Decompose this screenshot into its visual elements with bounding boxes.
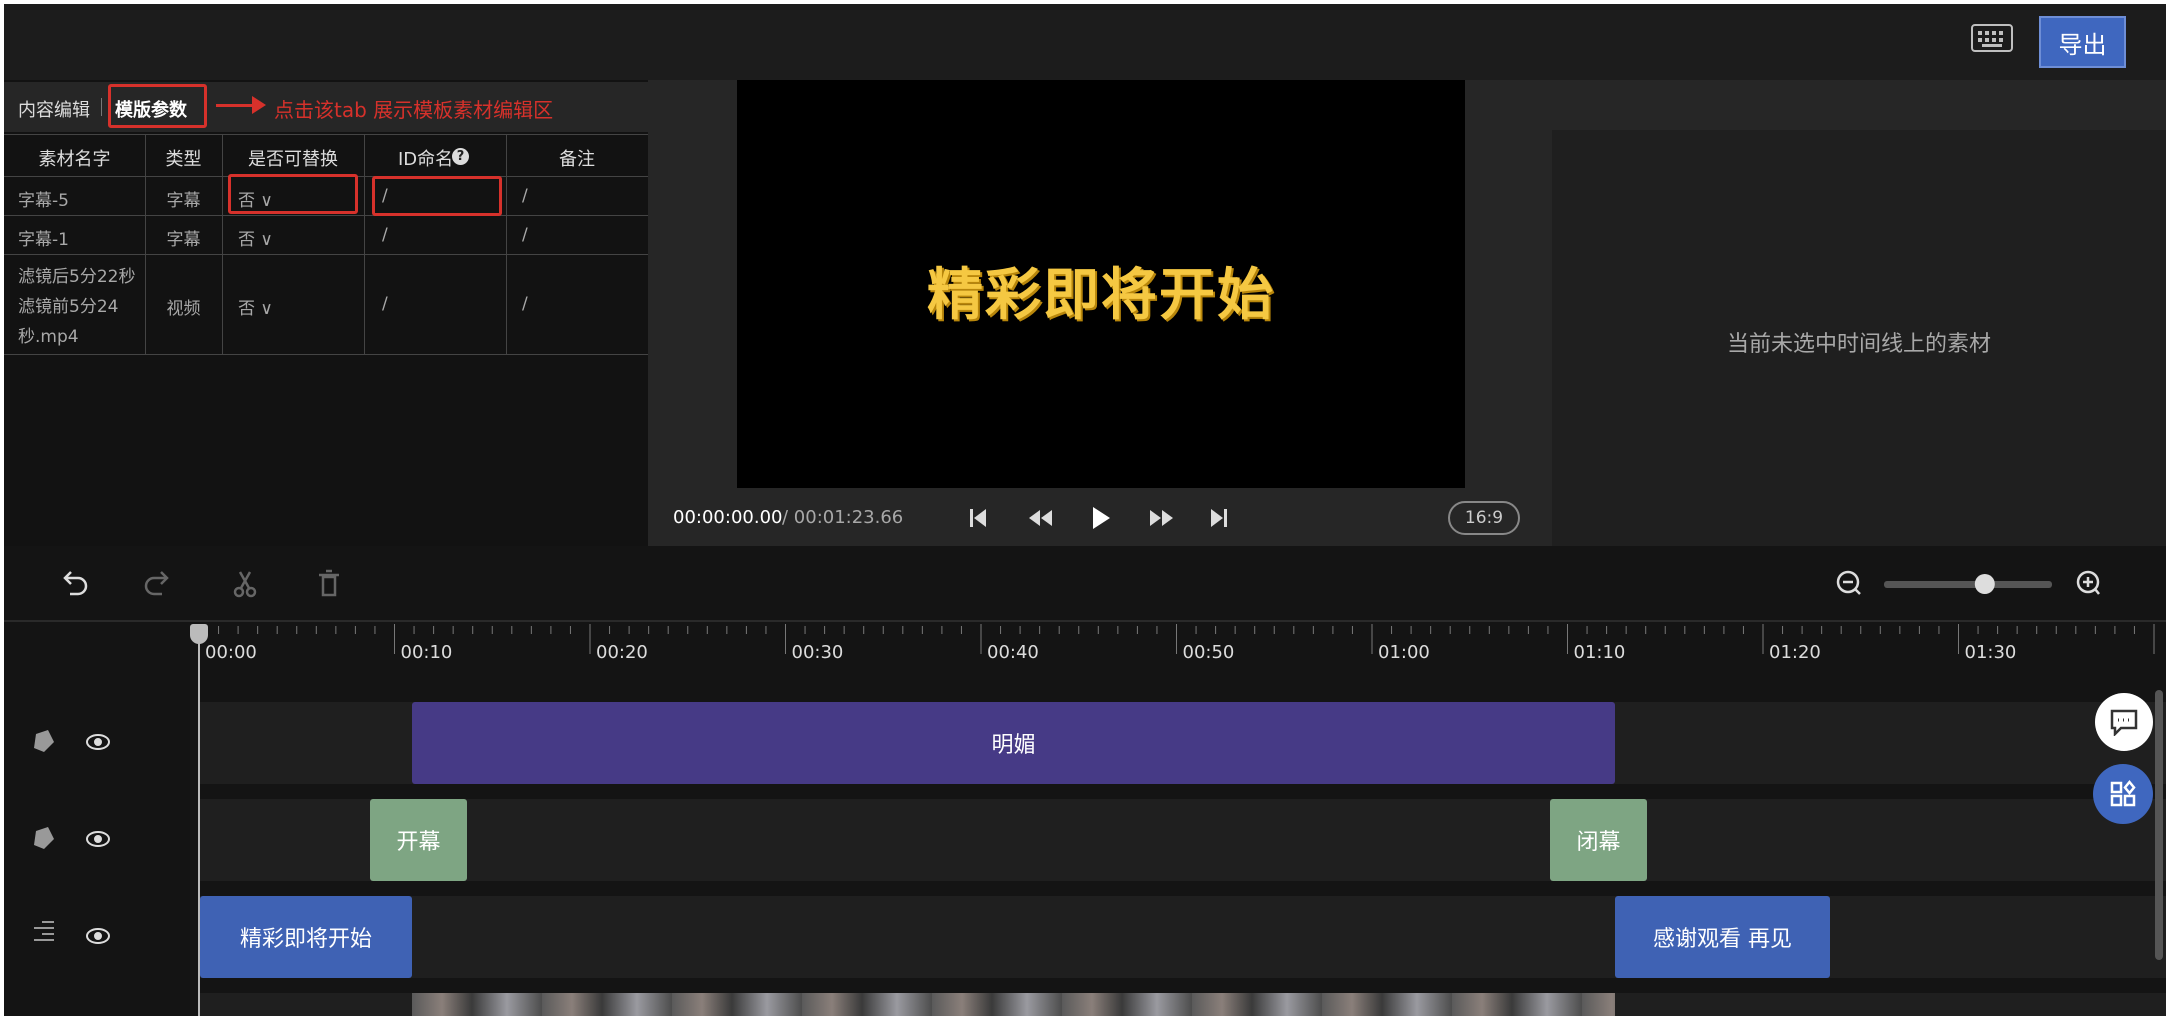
- ruler-tick-label: 00:40: [987, 642, 1039, 663]
- annotation-arrow-head: [252, 96, 266, 114]
- eye-icon[interactable]: [86, 734, 110, 750]
- skip-end-icon[interactable]: [1211, 509, 1227, 527]
- help-icon[interactable]: ?: [452, 148, 469, 165]
- cut-icon[interactable]: [233, 571, 257, 598]
- top-bar: [4, 4, 2166, 80]
- zoom-out-icon[interactable]: [1836, 570, 1861, 595]
- fast-forward-icon[interactable]: [1150, 510, 1173, 526]
- annotation-text: 点击该tab 展示模板素材编辑区: [274, 98, 554, 122]
- properties-header: [1552, 80, 2166, 130]
- col-header-note: 备注: [559, 149, 595, 170]
- aspect-ratio-button[interactable]: 16:9: [1448, 501, 1520, 535]
- ruler-tick-label: 01:00: [1378, 642, 1430, 663]
- cell-name: 字幕-5: [18, 191, 69, 211]
- time-ruler[interactable]: 00:00 00:10 00:20 00:30 00:40 00:50 01:00 01:10…: [196, 620, 2166, 670]
- video-caption: 精彩即将开始: [927, 263, 1275, 328]
- annotation-arrow-shaft: [216, 104, 254, 107]
- ruler-tick-label: 00:30: [792, 642, 844, 663]
- highlight-box-tab: [108, 84, 207, 128]
- editor-app: 导出 内容编辑 模版参数 点击该tab 展示模板素材编辑区 素材名字 类型 是否…: [0, 0, 2166, 1016]
- clip-text-outro[interactable]: 感谢观看 再见: [1615, 896, 1830, 978]
- text-track-icon: [34, 921, 54, 941]
- clip-closing[interactable]: 闭幕: [1550, 799, 1647, 881]
- track-controls: [34, 730, 110, 944]
- col-header-type: 类型: [165, 149, 202, 170]
- playhead-line[interactable]: [198, 626, 200, 1016]
- eye-icon[interactable]: [86, 928, 110, 944]
- chat-icon[interactable]: [2095, 693, 2153, 751]
- col-header-id: ID命名: [398, 149, 454, 170]
- col-header-replaceable: 是否可替换: [248, 149, 338, 170]
- ruler-tick-label: 00:20: [596, 642, 648, 663]
- tab-content-edit[interactable]: 内容编辑: [18, 96, 90, 122]
- note-input[interactable]: /: [522, 225, 528, 245]
- empty-selection-message: 当前未选中时间线上的素材: [1726, 332, 1991, 357]
- timeline-scrollbar[interactable]: [2155, 690, 2163, 960]
- zoom-in-icon[interactable]: [2076, 570, 2100, 595]
- zoom-controls: [1836, 570, 2100, 595]
- edit-tools: [63, 569, 339, 598]
- ruler-tick-label: 01:10: [1574, 642, 1626, 663]
- clip-sticker-effect[interactable]: 明媚: [412, 702, 1615, 784]
- replaceable-select[interactable]: 否 ∨: [238, 225, 273, 250]
- zoom-slider-knob[interactable]: [1974, 574, 1995, 594]
- cell-type: 视频: [166, 299, 201, 319]
- highlight-box-id: [372, 176, 502, 216]
- id-input[interactable]: /: [382, 225, 388, 245]
- apps-icon[interactable]: [2093, 764, 2153, 824]
- tab-divider: [101, 98, 102, 116]
- cell-name: 字幕-1: [18, 230, 69, 250]
- ruler-tick-label: 00:00: [205, 642, 257, 663]
- ruler-tick-label: 00:10: [401, 642, 453, 663]
- play-icon[interactable]: [1093, 507, 1110, 529]
- highlight-box-replaceable: [228, 174, 358, 214]
- ruler-tick-label: 01:20: [1769, 642, 1821, 663]
- properties-panel: [1552, 80, 2166, 546]
- cell-type: 字幕: [166, 191, 201, 211]
- redo-icon[interactable]: [144, 571, 169, 596]
- track-row: [198, 896, 2166, 978]
- note-input[interactable]: /: [522, 294, 528, 314]
- undo-icon[interactable]: [63, 571, 88, 596]
- clip-opening[interactable]: 开幕: [370, 799, 467, 881]
- col-header-name: 素材名字: [38, 149, 111, 170]
- ruler-tick-label: 00:50: [1183, 642, 1235, 663]
- rewind-icon[interactable]: [1029, 510, 1052, 526]
- total-time: / 00:01:23.66: [782, 507, 904, 528]
- current-time: 00:00:00.00: [673, 507, 783, 528]
- cell-name: 滤镜后5分22秒 滤镜前5分24 秒.mp4: [18, 267, 136, 347]
- playback-controls: [970, 507, 1227, 529]
- track-row: [198, 799, 2166, 881]
- id-input[interactable]: /: [382, 294, 388, 314]
- note-input[interactable]: /: [522, 186, 528, 206]
- replaceable-select[interactable]: 否 ∨: [238, 294, 273, 319]
- delete-icon[interactable]: [319, 569, 339, 597]
- clip-text-intro[interactable]: 精彩即将开始: [200, 896, 412, 978]
- keyboard-icon[interactable]: [1971, 24, 2013, 52]
- sticker-icon: [34, 730, 54, 752]
- zoom-slider-track[interactable]: [1884, 581, 2052, 588]
- export-button[interactable]: 导出: [2039, 16, 2126, 68]
- eye-icon[interactable]: [86, 831, 110, 847]
- playhead-handle[interactable]: [190, 624, 208, 644]
- cell-type: 字幕: [166, 230, 201, 250]
- skip-start-icon[interactable]: [970, 509, 986, 527]
- sticker-icon: [34, 827, 54, 849]
- clip-video-thumbnails[interactable]: [412, 993, 1615, 1016]
- ruler-tick-label: 01:30: [1965, 642, 2017, 663]
